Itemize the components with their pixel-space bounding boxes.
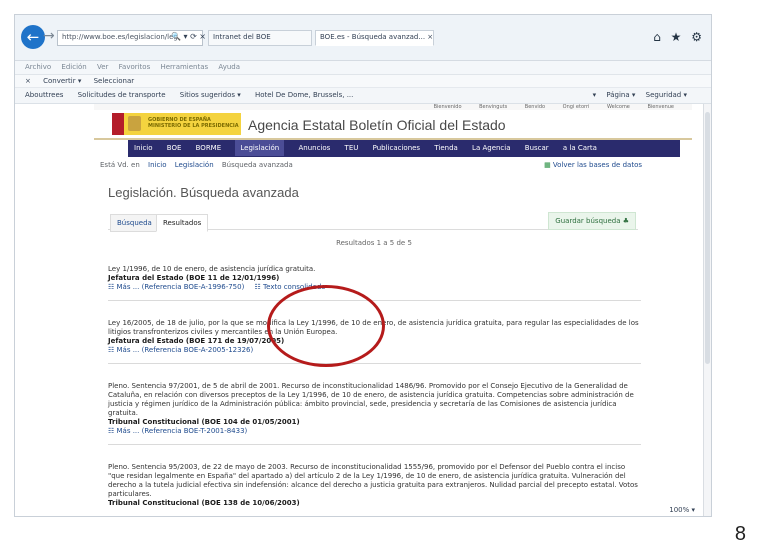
result-source: Jefatura del Estado (BOE 171 de 19/07/20… — [108, 337, 285, 345]
nav-borme[interactable]: BORME — [196, 144, 222, 152]
flag-icon — [112, 113, 124, 135]
nav-announcements[interactable]: Anuncios — [298, 144, 330, 152]
page-number: 8 — [734, 523, 746, 540]
scroll-thumb[interactable] — [705, 112, 710, 364]
nav-boe[interactable]: BOE — [167, 144, 182, 152]
page-title: Legislación. Búsqueda avanzada — [108, 185, 299, 200]
menu-view[interactable]: Ver — [97, 63, 108, 71]
favorite-item[interactable]: Sitios sugeridos ▾ — [180, 91, 241, 99]
window-tools[interactable]: ⌂ ★ ⚙ — [653, 30, 705, 44]
browser-titlebar: ← → http://www.boe.es/legislacion/leg 🔍 … — [15, 15, 711, 61]
back-to-databases-link[interactable]: Volver las bases de datos — [544, 161, 642, 169]
nav-home[interactable]: Inicio — [134, 144, 153, 152]
result-item: Pleno. Sentencia 95/2003, de 22 de mayo … — [108, 463, 641, 508]
search-tabs: Búsqueda Resultados Guardar búsqueda ♣ — [108, 212, 638, 232]
reference-link[interactable]: ☷ Más ... (Referencia BOE-A-1996-750) — [108, 283, 244, 291]
forward-icon[interactable]: → — [43, 28, 55, 44]
government-logo: GOBIERNO DE ESPAÑA MINISTERIO DE LA PRES… — [112, 113, 241, 135]
tab-boe-search[interactable]: BOE.es - Búsqueda avanzad... × — [315, 30, 434, 46]
tab-results[interactable]: Resultados — [156, 214, 209, 232]
result-separator — [108, 363, 641, 364]
main-navigation: Inicio BOE BORME Legislación Anuncios TE… — [128, 140, 680, 157]
command-bar: × Convertir ▾ Seleccionar — [15, 75, 711, 88]
breadcrumb-legislation[interactable]: Legislación — [175, 161, 214, 169]
back-button[interactable]: ← — [21, 25, 45, 49]
reference-link[interactable]: ☷ Más ... (Referencia BOE-A-2005-12326) — [108, 346, 253, 354]
result-links: ☷ Más ... (Referencia BOE-A-1996-750) ☷ … — [108, 283, 641, 292]
result-separator — [108, 300, 641, 301]
zoom-level[interactable]: 100% ▾ — [669, 506, 695, 514]
result-source: Jefatura del Estado (BOE 11 de 12/01/199… — [108, 274, 280, 282]
breadcrumb: Está Vd. en Inicio Legislación Búsqueda … — [94, 157, 692, 173]
coat-of-arms-icon — [128, 116, 141, 131]
nav-store[interactable]: Tienda — [434, 144, 457, 152]
save-search-button[interactable]: Guardar búsqueda ♣ — [548, 212, 636, 230]
boe-page: Bienvenido Benvinguts Benvido Ongi etorr… — [94, 104, 692, 516]
logo-text: GOBIERNO DE ESPAÑA MINISTERIO DE LA PRES… — [148, 117, 239, 129]
browser-right-tools: ▾ Página ▾ Seguridad ▾ — [585, 91, 687, 99]
nav-teu[interactable]: TEU — [345, 144, 359, 152]
result-source: Tribunal Constitucional (BOE 138 de 10/0… — [108, 499, 300, 507]
nav-agency[interactable]: La Agencia — [472, 144, 510, 152]
favorite-item[interactable]: Abouttrees — [25, 91, 63, 99]
nav-legislation[interactable]: Legislación — [235, 140, 285, 156]
nav-publications[interactable]: Publicaciones — [373, 144, 420, 152]
result-title[interactable]: Ley 16/2005, de 18 de julio, por la que … — [108, 319, 641, 337]
select-button[interactable]: Seleccionar — [94, 77, 135, 85]
result-title[interactable]: Ley 1/1996, de 10 de enero, de asistenci… — [108, 265, 641, 274]
nav-custom[interactable]: a la Carta — [563, 144, 597, 152]
site-banner: GOBIERNO DE ESPAÑA MINISTERIO DE LA PRES… — [94, 110, 692, 140]
result-item: Ley 16/2005, de 18 de julio, por la que … — [108, 319, 641, 355]
reference-link[interactable]: ☷ Más ... (Referencia BOE-T-2001-8433) — [108, 427, 247, 435]
search-area: Legislación. Búsqueda avanzada Búsqueda … — [108, 185, 692, 508]
browser-menubar: Archivo Edición Ver Favoritos Herramient… — [15, 61, 711, 75]
menu-file[interactable]: Archivo — [25, 63, 51, 71]
favorite-item[interactable]: Hotel De Dome, Brussels, ... — [255, 91, 353, 99]
result-separator — [108, 444, 641, 445]
site-title: Agencia Estatal Boletín Oficial del Esta… — [248, 117, 506, 133]
browser-window: ← → http://www.boe.es/legislacion/leg 🔍 … — [14, 14, 712, 517]
breadcrumb-home[interactable]: Inicio — [148, 161, 167, 169]
address-tools[interactable]: 🔍 ▾ ⟳ × — [171, 32, 206, 41]
menu-favorites[interactable]: Favoritos — [119, 63, 151, 71]
favorite-item[interactable]: Solicitudes de transporte — [78, 91, 166, 99]
convert-button[interactable]: Convertir ▾ — [43, 77, 81, 85]
slide: ← → http://www.boe.es/legislacion/leg 🔍 … — [0, 0, 780, 540]
menu-help[interactable]: Ayuda — [218, 63, 240, 71]
tab-intranet[interactable]: Intranet del BOE — [208, 30, 312, 46]
close-icon[interactable]: × — [25, 77, 31, 85]
security-menu[interactable]: Seguridad ▾ — [646, 91, 687, 99]
vertical-scrollbar[interactable] — [703, 104, 711, 516]
nav-search[interactable]: Buscar — [525, 144, 549, 152]
result-links: ☷ Más ... (Referencia BOE-T-2001-8433) — [108, 427, 641, 436]
consolidated-text-link[interactable]: ☷ Texto consolidado — [255, 283, 326, 291]
menu-tools[interactable]: Herramientas — [160, 63, 208, 71]
result-title[interactable]: Pleno. Sentencia 95/2003, de 22 de mayo … — [108, 463, 641, 499]
breadcrumb-prefix: Está Vd. en — [100, 161, 140, 169]
tool-dropdown[interactable]: ▾ — [593, 91, 597, 99]
menu-edit[interactable]: Edición — [61, 63, 86, 71]
tab-search[interactable]: Búsqueda — [110, 214, 159, 232]
result-title[interactable]: Pleno. Sentencia 97/2001, de 5 de abril … — [108, 382, 641, 418]
result-links: ☷ Más ... (Referencia BOE-A-2005-12326) — [108, 346, 641, 355]
results-summary: Resultados 1 a 5 de 5 — [336, 239, 412, 247]
result-source: Tribunal Constitucional (BOE 104 de 01/0… — [108, 418, 300, 426]
result-item: Pleno. Sentencia 97/2001, de 5 de abril … — [108, 382, 641, 436]
breadcrumb-current: Búsqueda avanzada — [221, 161, 293, 169]
favorites-bar: Abouttrees Solicitudes de transporte Sit… — [15, 88, 711, 104]
result-item: Ley 1/1996, de 10 de enero, de asistenci… — [108, 265, 641, 292]
page-menu[interactable]: Página ▾ — [606, 91, 635, 99]
